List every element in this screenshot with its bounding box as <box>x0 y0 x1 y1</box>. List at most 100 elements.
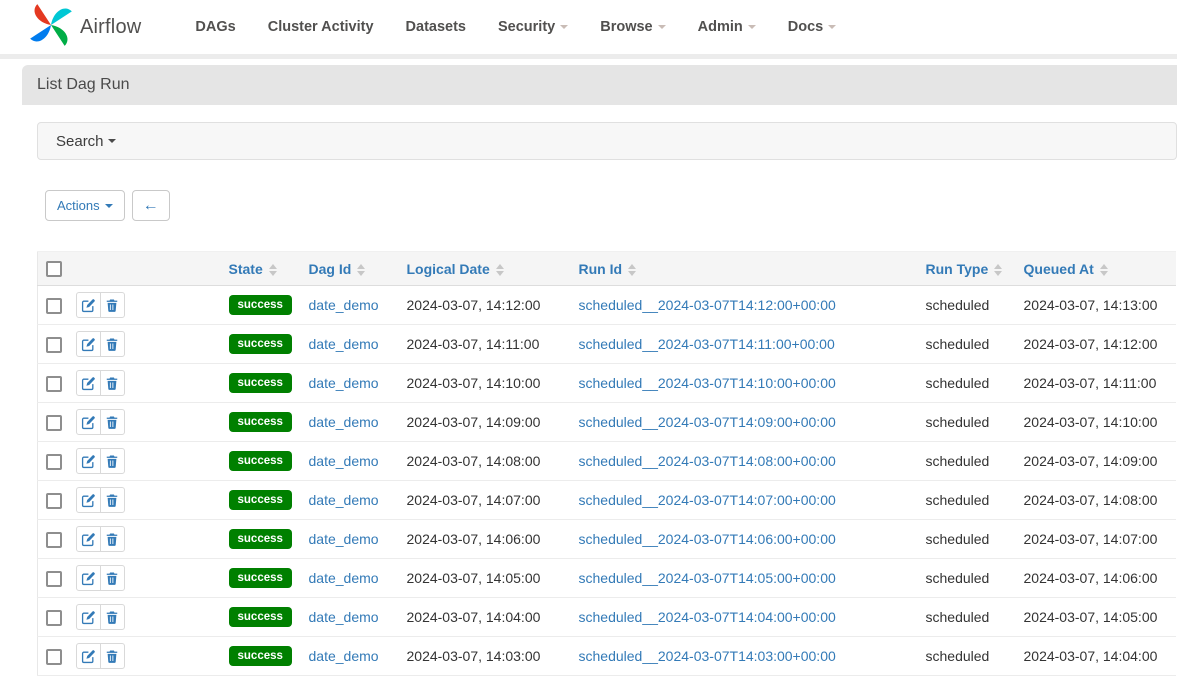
select-all-checkbox[interactable] <box>46 261 62 277</box>
dag-id-link[interactable]: date_demo <box>309 297 379 313</box>
nav-browse[interactable]: Browse <box>584 19 681 35</box>
delete-record-button[interactable] <box>100 487 125 513</box>
chevron-down-icon <box>560 25 568 29</box>
nav-admin[interactable]: Admin <box>682 19 772 35</box>
delete-record-button[interactable] <box>100 604 125 630</box>
status-badge: success <box>229 607 292 627</box>
run-id-cell: scheduled__2024-03-07T14:11:00+00:00 <box>571 325 918 364</box>
edit-record-button[interactable] <box>76 526 101 552</box>
table-row: success date_demo 2024-03-07, 14:07:00 s… <box>38 481 1176 520</box>
dag-run-table-wrap: State Dag Id Logical Date Run Id Run Typ… <box>37 251 1177 676</box>
dag-id-link[interactable]: date_demo <box>309 375 379 391</box>
row-checkbox[interactable] <box>46 493 62 509</box>
run-id-link[interactable]: scheduled__2024-03-07T14:07:00+00:00 <box>579 492 836 508</box>
row-select-cell <box>38 442 68 481</box>
run-id-link[interactable]: scheduled__2024-03-07T14:11:00+00:00 <box>579 336 835 352</box>
state-cell: success <box>221 364 301 403</box>
run-id-cell: scheduled__2024-03-07T14:05:00+00:00 <box>571 559 918 598</box>
dag-id-link[interactable]: date_demo <box>309 492 379 508</box>
dag-id-link[interactable]: date_demo <box>309 453 379 469</box>
nav-datasets[interactable]: Datasets <box>390 19 482 35</box>
queued-at-cell: 2024-03-07, 14:06:00 <box>1016 559 1176 598</box>
delete-record-button[interactable] <box>100 331 125 357</box>
dag-id-link[interactable]: date_demo <box>309 570 379 586</box>
run-id-link[interactable]: scheduled__2024-03-07T14:06:00+00:00 <box>579 531 836 547</box>
edit-record-button[interactable] <box>76 604 101 630</box>
edit-record-button[interactable] <box>76 292 101 318</box>
row-checkbox[interactable] <box>46 649 62 665</box>
row-checkbox[interactable] <box>46 337 62 353</box>
logical-date-cell: 2024-03-07, 14:06:00 <box>399 520 571 559</box>
nav-docs[interactable]: Docs <box>772 19 852 35</box>
airflow-brand[interactable]: Airflow <box>28 2 141 53</box>
edit-record-button[interactable] <box>76 643 101 669</box>
row-actions-cell <box>68 364 221 403</box>
delete-record-button[interactable] <box>100 448 125 474</box>
row-checkbox[interactable] <box>46 532 62 548</box>
column-header-run-type[interactable]: Run Type <box>918 252 1016 286</box>
run-id-cell: scheduled__2024-03-07T14:04:00+00:00 <box>571 598 918 637</box>
state-cell: success <box>221 325 301 364</box>
delete-record-button[interactable] <box>100 292 125 318</box>
dag-id-link[interactable]: date_demo <box>309 531 379 547</box>
delete-record-button[interactable] <box>100 370 125 396</box>
back-button[interactable]: ← <box>132 190 170 221</box>
dag-id-link[interactable]: date_demo <box>309 414 379 430</box>
dag-id-link[interactable]: date_demo <box>309 609 379 625</box>
state-cell: success <box>221 286 301 325</box>
run-id-link[interactable]: scheduled__2024-03-07T14:05:00+00:00 <box>579 570 836 586</box>
column-label: Run Id <box>579 261 623 277</box>
run-id-link[interactable]: scheduled__2024-03-07T14:10:00+00:00 <box>579 375 836 391</box>
row-checkbox[interactable] <box>46 298 62 314</box>
chevron-down-icon <box>828 25 836 29</box>
actions-column-header <box>68 252 221 286</box>
edit-record-button[interactable] <box>76 370 101 396</box>
row-checkbox[interactable] <box>46 415 62 431</box>
dag-id-cell: date_demo <box>301 598 399 637</box>
column-header-dag-id[interactable]: Dag Id <box>301 252 399 286</box>
logical-date-cell: 2024-03-07, 14:09:00 <box>399 403 571 442</box>
run-id-cell: scheduled__2024-03-07T14:09:00+00:00 <box>571 403 918 442</box>
delete-record-button[interactable] <box>100 409 125 435</box>
nav-dags[interactable]: DAGs <box>179 19 251 35</box>
run-id-link[interactable]: scheduled__2024-03-07T14:08:00+00:00 <box>579 453 836 469</box>
search-collapse-bar[interactable]: Search <box>37 122 1177 160</box>
sort-icon <box>496 264 504 276</box>
dag-id-link[interactable]: date_demo <box>309 336 379 352</box>
run-id-link[interactable]: scheduled__2024-03-07T14:04:00+00:00 <box>579 609 836 625</box>
row-checkbox[interactable] <box>46 571 62 587</box>
column-header-run-id[interactable]: Run Id <box>571 252 918 286</box>
actions-dropdown-button[interactable]: Actions <box>45 190 125 221</box>
dag-id-cell: date_demo <box>301 364 399 403</box>
column-header-logical-date[interactable]: Logical Date <box>399 252 571 286</box>
navbar: Airflow DAGs Cluster Activity Datasets S… <box>0 0 1177 59</box>
table-row: success date_demo 2024-03-07, 14:08:00 s… <box>38 442 1176 481</box>
nav-cluster-activity[interactable]: Cluster Activity <box>252 19 390 35</box>
column-label: Logical Date <box>407 261 490 277</box>
status-badge: success <box>229 451 292 471</box>
dag-id-link[interactable]: date_demo <box>309 648 379 664</box>
status-badge: success <box>229 334 292 354</box>
column-header-state[interactable]: State <box>221 252 301 286</box>
run-type-cell: scheduled <box>918 559 1016 598</box>
delete-record-button[interactable] <box>100 565 125 591</box>
edit-record-button[interactable] <box>76 565 101 591</box>
run-id-link[interactable]: scheduled__2024-03-07T14:03:00+00:00 <box>579 648 836 664</box>
row-checkbox[interactable] <box>46 454 62 470</box>
delete-record-button[interactable] <box>100 526 125 552</box>
edit-record-button[interactable] <box>76 487 101 513</box>
run-id-link[interactable]: scheduled__2024-03-07T14:12:00+00:00 <box>579 297 836 313</box>
logical-date-cell: 2024-03-07, 14:04:00 <box>399 598 571 637</box>
table-row: success date_demo 2024-03-07, 14:06:00 s… <box>38 520 1176 559</box>
edit-record-button[interactable] <box>76 448 101 474</box>
row-checkbox[interactable] <box>46 610 62 626</box>
nav-security[interactable]: Security <box>482 19 584 35</box>
delete-record-button[interactable] <box>100 643 125 669</box>
row-checkbox[interactable] <box>46 376 62 392</box>
column-label: State <box>229 261 263 277</box>
run-id-link[interactable]: scheduled__2024-03-07T14:09:00+00:00 <box>579 414 836 430</box>
edit-record-button[interactable] <box>76 331 101 357</box>
column-header-queued-at[interactable]: Queued At <box>1016 252 1176 286</box>
row-select-cell <box>38 325 68 364</box>
edit-record-button[interactable] <box>76 409 101 435</box>
